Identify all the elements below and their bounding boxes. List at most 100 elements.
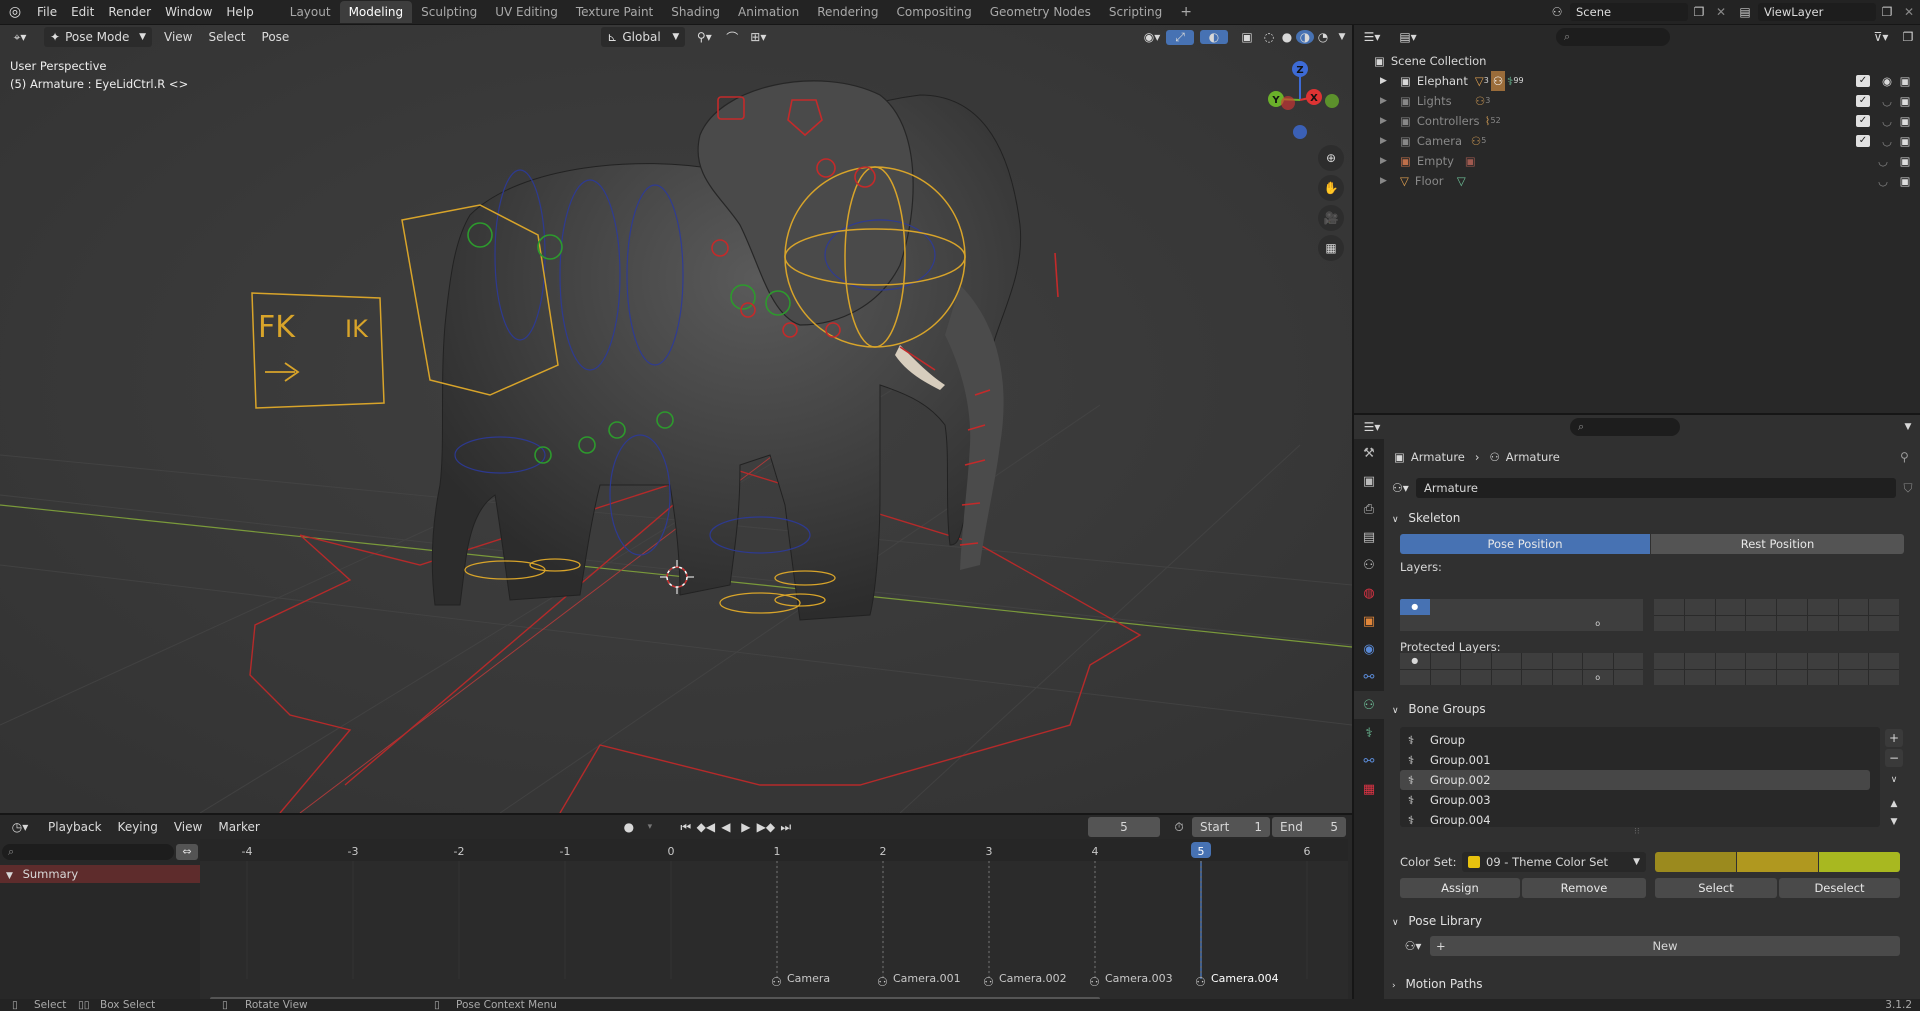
scene-icon[interactable]: ⚇: [1544, 5, 1570, 19]
menu-playback[interactable]: Playback: [40, 815, 110, 839]
new-view-layer-icon[interactable]: ❐: [1876, 5, 1898, 19]
tool-tab-icon[interactable]: ⚒: [1354, 439, 1384, 467]
marker-label[interactable]: Camera.001: [893, 972, 961, 985]
workspace-tab-animation[interactable]: Animation: [729, 1, 808, 23]
menu-pose[interactable]: Pose: [254, 25, 298, 49]
render-camera-icon[interactable]: ▣: [1896, 151, 1914, 171]
output-tab-icon[interactable]: ⎙: [1354, 495, 1384, 523]
render-camera-icon[interactable]: ▣: [1896, 71, 1914, 91]
play-reverse-icon[interactable]: ◀: [716, 820, 736, 834]
protected-layers-grid-right[interactable]: [1654, 653, 1899, 685]
zoom-icon[interactable]: ⊕: [1318, 145, 1344, 171]
record-icon[interactable]: ●: [618, 820, 640, 834]
scene-tab-icon[interactable]: ⚇: [1354, 551, 1384, 579]
armature-layers-grid-right[interactable]: [1654, 599, 1899, 631]
expand-arrow-icon[interactable]: ▶: [1380, 111, 1394, 131]
expand-arrow-icon[interactable]: ▶: [1380, 131, 1394, 151]
end-frame-field[interactable]: End 5: [1272, 817, 1346, 837]
workspace-tab-texture-paint[interactable]: Texture Paint: [567, 1, 662, 23]
render-camera-icon[interactable]: ▣: [1896, 91, 1914, 111]
visibility-hidden-icon[interactable]: ◡: [1878, 131, 1896, 151]
protected-layers-grid[interactable]: ● o: [1400, 653, 1643, 685]
jump-keyframe-forward-icon[interactable]: ▶◆: [756, 820, 776, 834]
render-camera-icon[interactable]: ▣: [1896, 131, 1914, 151]
add-bone-group-icon[interactable]: +: [1885, 729, 1903, 747]
workspace-tab-layout[interactable]: Layout: [281, 1, 340, 23]
marker-camera-icon[interactable]: ⚇: [877, 975, 888, 989]
menu-file[interactable]: File: [30, 0, 64, 24]
specials-menu-icon[interactable]: ∨: [1885, 771, 1903, 789]
workspace-tab-compositing[interactable]: Compositing: [887, 1, 980, 23]
editor-type-icon[interactable]: ⌖▾: [0, 30, 40, 45]
properties-editor-icon[interactable]: ☰▾: [1354, 420, 1390, 434]
outliner-search-input[interactable]: ⌕: [1556, 28, 1670, 46]
pin-icon[interactable]: ⚲: [1900, 450, 1909, 464]
remove-bone-group-icon[interactable]: −: [1885, 749, 1903, 767]
pose-library-panel-header[interactable]: ∨ Pose Library: [1392, 910, 1912, 932]
workspace-tab-scripting[interactable]: Scripting: [1100, 1, 1171, 23]
marker-camera-icon[interactable]: ⚇: [771, 975, 782, 989]
visibility-icon[interactable]: ◉▾: [1138, 30, 1166, 44]
pose-library-selector[interactable]: ⚇▾: [1398, 936, 1428, 956]
pivot-icon[interactable]: ⚲▾: [689, 30, 719, 44]
timeline-ruler-area[interactable]: -4 -3 -2 -1 0 1 2 3 4 5 6 ⚇ Camera ⚇ Camera.001 ⚇ Camer…: [200, 839, 1348, 999]
display-mode-icon[interactable]: ▤▾: [1390, 30, 1426, 44]
outliner-row-lights[interactable]: ▶ ▣ Lights ⚇ 3 ✓ ◡ ▣: [1380, 91, 1920, 111]
visibility-hidden-icon[interactable]: ◡: [1874, 151, 1892, 171]
menu-window[interactable]: Window: [158, 0, 219, 24]
summary-channel[interactable]: ▼ Summary: [0, 865, 200, 883]
jump-keyframe-back-icon[interactable]: ◆◀: [696, 820, 716, 834]
marker-camera-icon[interactable]: ⚇: [1089, 975, 1100, 989]
color-swatch-active[interactable]: [1819, 852, 1900, 872]
bone-group-item-selected[interactable]: ⚕ Group.002: [1400, 770, 1870, 790]
color-swatch-normal[interactable]: [1655, 852, 1736, 872]
expand-arrow-icon[interactable]: ▶: [1380, 151, 1394, 171]
3d-viewport[interactable]: FK IK Z Y X ⌖▾ ✦ Pose Mode ▼ View Select…: [0, 25, 1352, 813]
world-tab-icon[interactable]: ◍: [1354, 579, 1384, 607]
current-frame-field[interactable]: 5: [1088, 817, 1160, 837]
marker-label[interactable]: Camera.003: [1105, 972, 1173, 985]
rest-position-button[interactable]: Rest Position: [1651, 534, 1904, 554]
blender-logo-icon[interactable]: ◎: [0, 4, 30, 20]
armature-layers-grid[interactable]: ● o: [1400, 599, 1643, 631]
exclude-checkbox[interactable]: ✓: [1856, 135, 1870, 147]
outliner-editor-icon[interactable]: ☰▾: [1354, 30, 1390, 44]
shading-options-icon[interactable]: ▼: [1332, 32, 1352, 42]
move-up-icon[interactable]: ▲: [1885, 795, 1903, 813]
shading-material-icon[interactable]: ◑: [1296, 30, 1314, 44]
view-layer-field[interactable]: ViewLayer: [1758, 3, 1876, 21]
exclude-checkbox[interactable]: ✓: [1856, 75, 1870, 87]
select-button[interactable]: Select: [1655, 878, 1777, 898]
keying-options-icon[interactable]: ▾: [640, 822, 660, 832]
deselect-button[interactable]: Deselect: [1779, 878, 1900, 898]
pose-position-button[interactable]: Pose Position: [1400, 534, 1650, 554]
bone-group-item[interactable]: ⚕ Group.001: [1400, 750, 1870, 770]
menu-timeline-view[interactable]: View: [166, 815, 210, 839]
outliner-row-floor[interactable]: ▶ ▽ Floor ▽ ◡ ▣: [1380, 171, 1920, 191]
outliner-row-camera[interactable]: ▶ ▣ Camera ⚇ 5 ✓ ◡ ▣: [1380, 131, 1920, 151]
overlay-toggle-icon[interactable]: ◐: [1200, 30, 1228, 44]
bone-constraint-tab-icon[interactable]: ⚯: [1354, 747, 1384, 775]
workspace-tab-rendering[interactable]: Rendering: [808, 1, 887, 23]
exclude-checkbox[interactable]: ✓: [1856, 95, 1870, 107]
color-set-dropdown[interactable]: 09 - Theme Color Set ▼: [1462, 852, 1646, 872]
workspace-tab-geometry-nodes[interactable]: Geometry Nodes: [981, 1, 1100, 23]
object-constraint-tab-icon[interactable]: ⚯: [1354, 663, 1384, 691]
outliner-row-controllers[interactable]: ▶ ▣ Controllers ⌇ 52 ✓ ◡ ▣: [1380, 111, 1920, 131]
workspace-tab-uv-editing[interactable]: UV Editing: [486, 1, 567, 23]
view-layer-icon[interactable]: ▤: [1732, 5, 1758, 19]
menu-select[interactable]: Select: [200, 25, 253, 49]
start-frame-field[interactable]: Start 1: [1192, 817, 1270, 837]
orientation-selector[interactable]: ⊾ Global ▼: [601, 27, 686, 47]
jump-start-icon[interactable]: ⏮: [676, 820, 696, 835]
sync-visibility-icon[interactable]: ⇔: [176, 844, 198, 860]
armature-data-tab-icon[interactable]: ⚇: [1354, 691, 1384, 719]
view-layer-tab-icon[interactable]: ▤: [1354, 523, 1384, 551]
marker-label[interactable]: Camera.004: [1211, 972, 1279, 985]
gizmo-toggle-icon[interactable]: ⤢: [1166, 29, 1194, 45]
visibility-hidden-icon[interactable]: ◡: [1878, 111, 1896, 131]
scene-collection-row[interactable]: ▣ Scene Collection: [1374, 51, 1486, 71]
jump-end-icon[interactable]: ⏭: [776, 820, 796, 835]
marker-camera-icon[interactable]: ⚇: [1195, 975, 1206, 989]
skeleton-panel-header[interactable]: ∨ Skeleton: [1392, 507, 1912, 529]
